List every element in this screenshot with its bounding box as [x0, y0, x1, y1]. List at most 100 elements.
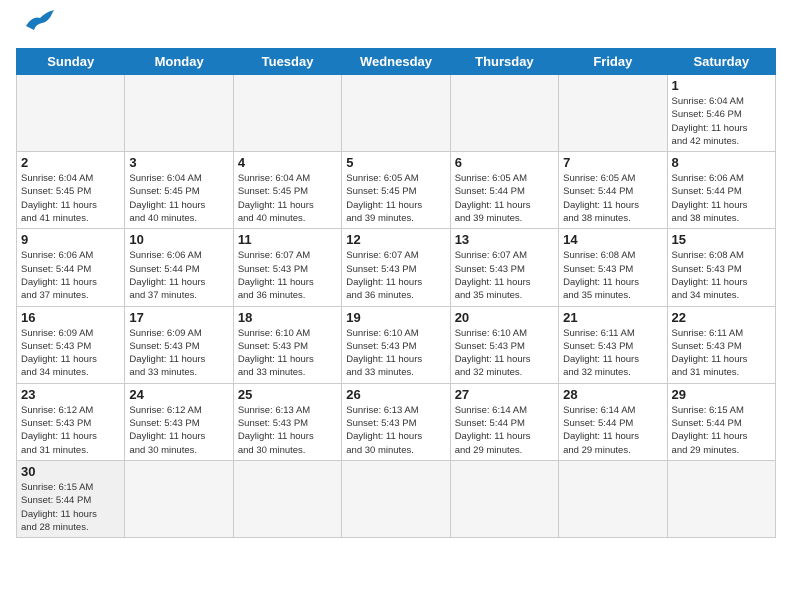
page-header	[16, 16, 776, 36]
day-info: Sunrise: 6:08 AM Sunset: 5:43 PM Dayligh…	[672, 249, 771, 302]
day-number: 13	[455, 232, 554, 247]
calendar-cell	[342, 460, 450, 537]
calendar-cell: 13 Sunrise: 6:07 AM Sunset: 5:43 PM Dayli…	[450, 229, 558, 306]
calendar-cell: 7 Sunrise: 6:05 AM Sunset: 5:44 PM Daylig…	[559, 152, 667, 229]
day-info: Sunrise: 6:07 AM Sunset: 5:43 PM Dayligh…	[238, 249, 337, 302]
calendar-cell	[125, 75, 233, 152]
calendar-row-3: 16Sunrise: 6:09 AM Sunset: 5:43 PM Dayli…	[17, 306, 776, 383]
calendar-cell: 8 Sunrise: 6:06 AM Sunset: 5:44 PM Daylig…	[667, 152, 775, 229]
calendar-cell: 12 Sunrise: 6:07 AM Sunset: 5:43 PM Dayli…	[342, 229, 450, 306]
calendar-cell	[125, 460, 233, 537]
day-number: 24	[129, 387, 228, 402]
calendar-cell: 21Sunrise: 6:11 AM Sunset: 5:43 PM Dayli…	[559, 306, 667, 383]
calendar-cell: 22 Sunrise: 6:11 AM Sunset: 5:43 PM Dayli…	[667, 306, 775, 383]
calendar-cell: 17Sunrise: 6:09 AM Sunset: 5:43 PM Dayli…	[125, 306, 233, 383]
day-info: Sunrise: 6:04 AM Sunset: 5:45 PM Dayligh…	[129, 172, 228, 225]
day-number: 8	[672, 155, 771, 170]
day-number: 22	[672, 310, 771, 325]
calendar-cell	[450, 75, 558, 152]
day-number: 7	[563, 155, 662, 170]
calendar-cell: 23 Sunrise: 6:12 AM Sunset: 5:43 PM Dayli…	[17, 383, 125, 460]
calendar-cell: 28Sunrise: 6:14 AM Sunset: 5:44 PM Dayli…	[559, 383, 667, 460]
day-number: 2	[21, 155, 120, 170]
day-info: Sunrise: 6:10 AM Sunset: 5:43 PM Dayligh…	[455, 327, 554, 380]
weekday-header-saturday: Saturday	[667, 49, 775, 75]
day-info: Sunrise: 6:06 AM Sunset: 5:44 PM Dayligh…	[129, 249, 228, 302]
calendar-cell: 16Sunrise: 6:09 AM Sunset: 5:43 PM Dayli…	[17, 306, 125, 383]
calendar-cell: 11 Sunrise: 6:07 AM Sunset: 5:43 PM Dayli…	[233, 229, 341, 306]
logo-bird-icon	[18, 8, 56, 36]
day-info: Sunrise: 6:07 AM Sunset: 5:43 PM Dayligh…	[455, 249, 554, 302]
calendar-cell: 20 Sunrise: 6:10 AM Sunset: 5:43 PM Dayli…	[450, 306, 558, 383]
calendar-cell: 26 Sunrise: 6:13 AM Sunset: 5:43 PM Dayli…	[342, 383, 450, 460]
day-info: Sunrise: 6:09 AM Sunset: 5:43 PM Dayligh…	[21, 327, 120, 380]
calendar-cell: 29Sunrise: 6:15 AM Sunset: 5:44 PM Dayli…	[667, 383, 775, 460]
day-info: Sunrise: 6:12 AM Sunset: 5:43 PM Dayligh…	[129, 404, 228, 457]
day-number: 20	[455, 310, 554, 325]
day-info: Sunrise: 6:11 AM Sunset: 5:43 PM Dayligh…	[672, 327, 771, 380]
day-number: 3	[129, 155, 228, 170]
day-number: 15	[672, 232, 771, 247]
day-number: 10	[129, 232, 228, 247]
calendar-header-row: SundayMondayTuesdayWednesdayThursdayFrid…	[17, 49, 776, 75]
calendar-table: SundayMondayTuesdayWednesdayThursdayFrid…	[16, 48, 776, 538]
day-number: 18	[238, 310, 337, 325]
weekday-header-tuesday: Tuesday	[233, 49, 341, 75]
day-number: 23	[21, 387, 120, 402]
day-info: Sunrise: 6:05 AM Sunset: 5:44 PM Dayligh…	[563, 172, 662, 225]
day-info: Sunrise: 6:08 AM Sunset: 5:43 PM Dayligh…	[563, 249, 662, 302]
calendar-row-5: 30 Sunrise: 6:15 AM Sunset: 5:44 PM Dayli…	[17, 460, 776, 537]
day-number: 11	[238, 232, 337, 247]
day-info: Sunrise: 6:07 AM Sunset: 5:43 PM Dayligh…	[346, 249, 445, 302]
day-info: Sunrise: 6:12 AM Sunset: 5:43 PM Dayligh…	[21, 404, 120, 457]
day-number: 30	[21, 464, 120, 479]
calendar-cell	[559, 75, 667, 152]
calendar-cell: 15 Sunrise: 6:08 AM Sunset: 5:43 PM Dayli…	[667, 229, 775, 306]
day-info: Sunrise: 6:05 AM Sunset: 5:44 PM Dayligh…	[455, 172, 554, 225]
calendar-cell: 14Sunrise: 6:08 AM Sunset: 5:43 PM Dayli…	[559, 229, 667, 306]
calendar-row-1: 2 Sunrise: 6:04 AM Sunset: 5:45 PM Daylig…	[17, 152, 776, 229]
day-info: Sunrise: 6:06 AM Sunset: 5:44 PM Dayligh…	[21, 249, 120, 302]
calendar-cell	[233, 75, 341, 152]
calendar-cell: 19Sunrise: 6:10 AM Sunset: 5:43 PM Dayli…	[342, 306, 450, 383]
day-number: 25	[238, 387, 337, 402]
day-info: Sunrise: 6:06 AM Sunset: 5:44 PM Dayligh…	[672, 172, 771, 225]
day-number: 28	[563, 387, 662, 402]
calendar-cell	[17, 75, 125, 152]
day-info: Sunrise: 6:10 AM Sunset: 5:43 PM Dayligh…	[238, 327, 337, 380]
calendar-cell: 3 Sunrise: 6:04 AM Sunset: 5:45 PM Daylig…	[125, 152, 233, 229]
day-info: Sunrise: 6:09 AM Sunset: 5:43 PM Dayligh…	[129, 327, 228, 380]
calendar-cell: 2 Sunrise: 6:04 AM Sunset: 5:45 PM Daylig…	[17, 152, 125, 229]
calendar-cell: 18 Sunrise: 6:10 AM Sunset: 5:43 PM Dayli…	[233, 306, 341, 383]
calendar-row-4: 23 Sunrise: 6:12 AM Sunset: 5:43 PM Dayli…	[17, 383, 776, 460]
weekday-header-thursday: Thursday	[450, 49, 558, 75]
calendar-cell: 6Sunrise: 6:05 AM Sunset: 5:44 PM Daylig…	[450, 152, 558, 229]
logo	[16, 16, 56, 36]
weekday-header-wednesday: Wednesday	[342, 49, 450, 75]
day-number: 4	[238, 155, 337, 170]
day-info: Sunrise: 6:04 AM Sunset: 5:45 PM Dayligh…	[21, 172, 120, 225]
day-number: 26	[346, 387, 445, 402]
weekday-header-friday: Friday	[559, 49, 667, 75]
calendar-body: 1Sunrise: 6:04 AM Sunset: 5:46 PM Daylig…	[17, 75, 776, 538]
calendar-row-0: 1Sunrise: 6:04 AM Sunset: 5:46 PM Daylig…	[17, 75, 776, 152]
day-number: 12	[346, 232, 445, 247]
calendar-cell: 1Sunrise: 6:04 AM Sunset: 5:46 PM Daylig…	[667, 75, 775, 152]
day-number: 27	[455, 387, 554, 402]
day-info: Sunrise: 6:13 AM Sunset: 5:43 PM Dayligh…	[346, 404, 445, 457]
calendar-cell	[667, 460, 775, 537]
calendar-cell: 9Sunrise: 6:06 AM Sunset: 5:44 PM Daylig…	[17, 229, 125, 306]
calendar-row-2: 9Sunrise: 6:06 AM Sunset: 5:44 PM Daylig…	[17, 229, 776, 306]
calendar-cell: 24 Sunrise: 6:12 AM Sunset: 5:43 PM Dayli…	[125, 383, 233, 460]
day-info: Sunrise: 6:10 AM Sunset: 5:43 PM Dayligh…	[346, 327, 445, 380]
calendar-cell: 4Sunrise: 6:04 AM Sunset: 5:45 PM Daylig…	[233, 152, 341, 229]
calendar-cell: 27Sunrise: 6:14 AM Sunset: 5:44 PM Dayli…	[450, 383, 558, 460]
day-number: 21	[563, 310, 662, 325]
calendar-cell: 10 Sunrise: 6:06 AM Sunset: 5:44 PM Dayli…	[125, 229, 233, 306]
day-info: Sunrise: 6:15 AM Sunset: 5:44 PM Dayligh…	[21, 481, 120, 534]
day-number: 1	[672, 78, 771, 93]
weekday-header-sunday: Sunday	[17, 49, 125, 75]
calendar-cell	[450, 460, 558, 537]
calendar-cell	[342, 75, 450, 152]
calendar-cell	[233, 460, 341, 537]
